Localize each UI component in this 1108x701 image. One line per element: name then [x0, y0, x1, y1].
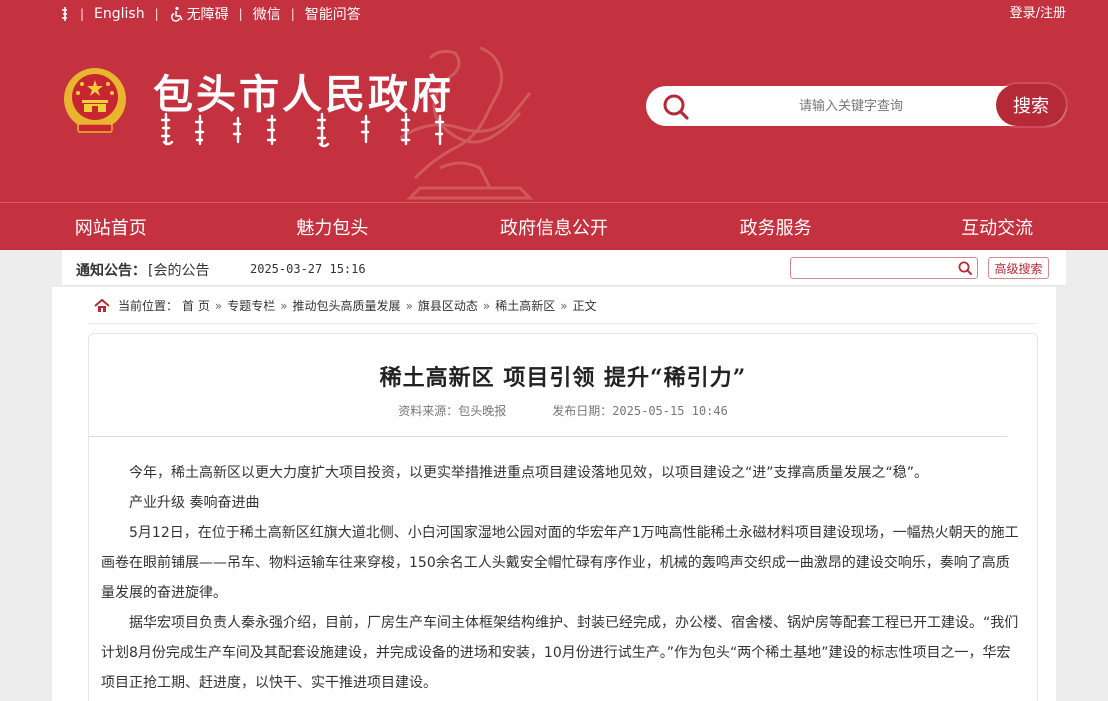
article-title: 稀土高新区 项目引领 提升“稀引力” — [379, 365, 747, 391]
breadcrumb-rare-earth-zone[interactable]: 稀土高新区 — [495, 297, 555, 314]
notice-link[interactable]: [会的公告 — [148, 260, 209, 280]
nav-home[interactable]: 网站首页 — [0, 203, 222, 250]
article-paragraph: 5月12日，在位于稀土高新区红旗大道北侧、小白河国家湿地公园对面的华宏年产1万吨… — [101, 525, 1019, 601]
search-icon[interactable] — [662, 93, 690, 121]
main-content: 当前位置： 首 页 » 专题专栏 » 推动包头高质量发展 » 旗县区动态 » 稀… — [52, 287, 1056, 701]
wechat-link[interactable]: 微信 — [253, 4, 281, 24]
search-icon[interactable] — [957, 260, 973, 276]
nav-gov-services[interactable]: 政务服务 — [665, 203, 887, 250]
mongolian-title-script — [160, 112, 445, 148]
breadcrumb-special-topics[interactable]: 专题专栏 — [227, 297, 275, 314]
smart-qa-link[interactable]: 智能问答 — [305, 4, 361, 24]
article-date: 发布日期：2025-05-15 10:46 — [552, 404, 728, 418]
article-meta: 资料来源：包头晚报 发布日期：2025-05-15 10:46 — [89, 402, 1037, 419]
notice-search-input[interactable] — [790, 257, 978, 279]
home-icon — [94, 298, 110, 312]
article-body: 今年，稀土高新区以更大力度扩大项目投资，以更实举措推进重点项目建设落地见效，以项… — [101, 458, 1021, 698]
site-header: | English | 无障碍 | 微信 | 智能问答 登录/注册 包头市人民政… — [0, 0, 1108, 202]
article-panel: 稀土高新区 项目引领 提升“稀引力” 资料来源：包头晚报 发布日期：2025-0… — [88, 333, 1038, 701]
search-input[interactable] — [706, 91, 996, 121]
national-emblem-logo[interactable] — [62, 66, 128, 136]
breadcrumb-county-news[interactable]: 旗县区动态 — [418, 297, 478, 314]
nav-interaction[interactable]: 互动交流 — [886, 203, 1108, 250]
breadcrumb-current: 正文 — [572, 299, 597, 313]
english-link[interactable]: English — [94, 6, 145, 22]
mongolian-script-icon[interactable] — [60, 6, 70, 22]
notice-bar: 通知公告： [会的公告 2025-03-27 15:16 高级搜索 — [62, 250, 1066, 286]
article-paragraph: 今年，稀土高新区以更大力度扩大项目投资，以更实举措推进重点项目建设落地见效，以项… — [129, 465, 929, 481]
login-register-link[interactable]: 登录/注册 — [1010, 2, 1066, 21]
main-navigation: 网站首页 魅力包头 政府信息公开 政务服务 互动交流 — [0, 202, 1108, 250]
notice-label: 通知公告： — [76, 263, 146, 279]
accessibility-link[interactable]: 无障碍 — [169, 4, 229, 24]
nav-charm-baotou[interactable]: 魅力包头 — [222, 203, 444, 250]
breadcrumb-home[interactable]: 首 页 — [182, 297, 210, 314]
article-subheading: 产业升级 奏响奋进曲 — [129, 495, 260, 511]
nav-gov-info-disclosure[interactable]: 政府信息公开 — [443, 203, 665, 250]
breadcrumb-label: 当前位置： — [118, 299, 179, 313]
wheelchair-icon — [170, 6, 183, 22]
article-divider — [89, 436, 1007, 437]
breadcrumb-divider — [88, 323, 1036, 324]
advanced-search-button[interactable]: 高级搜索 — [988, 257, 1049, 279]
search-button[interactable]: 搜索 — [996, 84, 1066, 126]
article-paragraph: 据华宏项目负责人秦永强介绍，目前，厂房生产车间主体框架结构维护、封装已经完成，办… — [101, 615, 1019, 691]
top-utility-bar: | English | 无障碍 | 微信 | 智能问答 — [60, 4, 361, 24]
article-source: 资料来源：包头晚报 — [398, 404, 507, 418]
breadcrumb: 当前位置： 首 页 » 专题专栏 » 推动包头高质量发展 » 旗县区动态 » 稀… — [94, 297, 597, 314]
notice-date: 2025-03-27 15:16 — [250, 262, 366, 276]
breadcrumb-development[interactable]: 推动包头高质量发展 — [293, 297, 401, 314]
accessibility-label: 无障碍 — [186, 7, 229, 23]
